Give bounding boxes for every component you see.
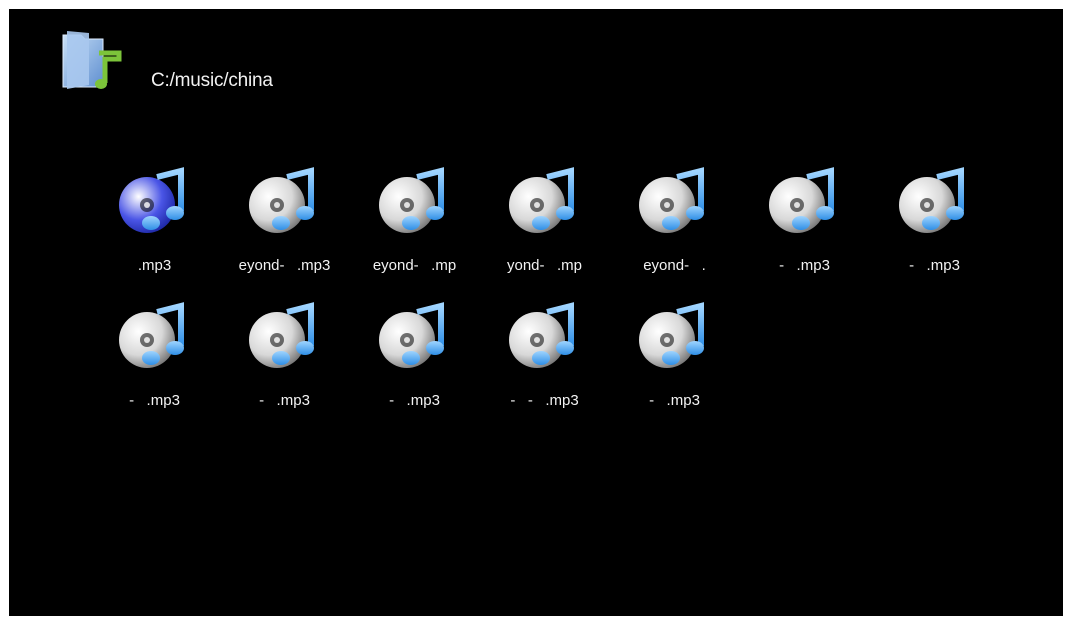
music-disc-icon	[899, 167, 964, 233]
music-disc-icon	[249, 167, 314, 233]
file-name: - .mp3	[259, 392, 310, 409]
file-name: eyond- .mp3	[238, 257, 331, 274]
music-disc-icon	[509, 167, 574, 233]
file-item[interactable]: - .mp3	[621, 302, 751, 437]
music-disc-icon	[509, 302, 574, 368]
music-disc-icon	[119, 302, 184, 368]
file-grid: .mp3 eyond- .mp3 eyond- .mp yond- .mp eyond-…	[101, 167, 1001, 437]
file-name: eyond- .	[643, 257, 706, 274]
music-disc-icon	[379, 302, 444, 368]
music-disc-icon	[119, 167, 184, 233]
music-disc-icon	[379, 167, 444, 233]
file-item[interactable]: - - .mp3	[491, 302, 621, 437]
file-name: - - .mp3	[510, 392, 579, 409]
file-name: - .mp3	[129, 392, 180, 409]
file-item[interactable]: eyond- .mp3	[231, 167, 361, 302]
file-item[interactable]: eyond- .mp	[361, 167, 491, 302]
file-item[interactable]: .mp3	[101, 167, 231, 302]
file-item[interactable]: eyond- .	[621, 167, 751, 302]
music-disc-icon	[249, 302, 314, 368]
music-disc-icon	[639, 167, 704, 233]
file-item[interactable]: - .mp3	[751, 167, 881, 302]
file-name: - .mp3	[779, 257, 830, 274]
current-path: C:/music/china	[151, 70, 273, 91]
file-name: - .mp3	[649, 392, 700, 409]
file-item[interactable]: - .mp3	[231, 302, 361, 437]
file-name: .mp3	[137, 257, 172, 274]
file-name: eyond- .mp	[372, 257, 457, 274]
file-name: - .mp3	[389, 392, 440, 409]
file-item[interactable]: - .mp3	[881, 167, 1011, 302]
music-folder-icon	[62, 31, 122, 89]
file-name: - .mp3	[909, 257, 960, 274]
file-name: yond- .mp	[506, 257, 583, 274]
music-disc-icon	[639, 302, 704, 368]
music-disc-icon	[769, 167, 834, 233]
file-item[interactable]: - .mp3	[101, 302, 231, 437]
file-browser-screen: C:/music/china .mp3 eyond- .mp3 eyond- .mp…	[9, 9, 1063, 616]
file-item[interactable]: yond- .mp	[491, 167, 621, 302]
file-item[interactable]: - .mp3	[361, 302, 491, 437]
